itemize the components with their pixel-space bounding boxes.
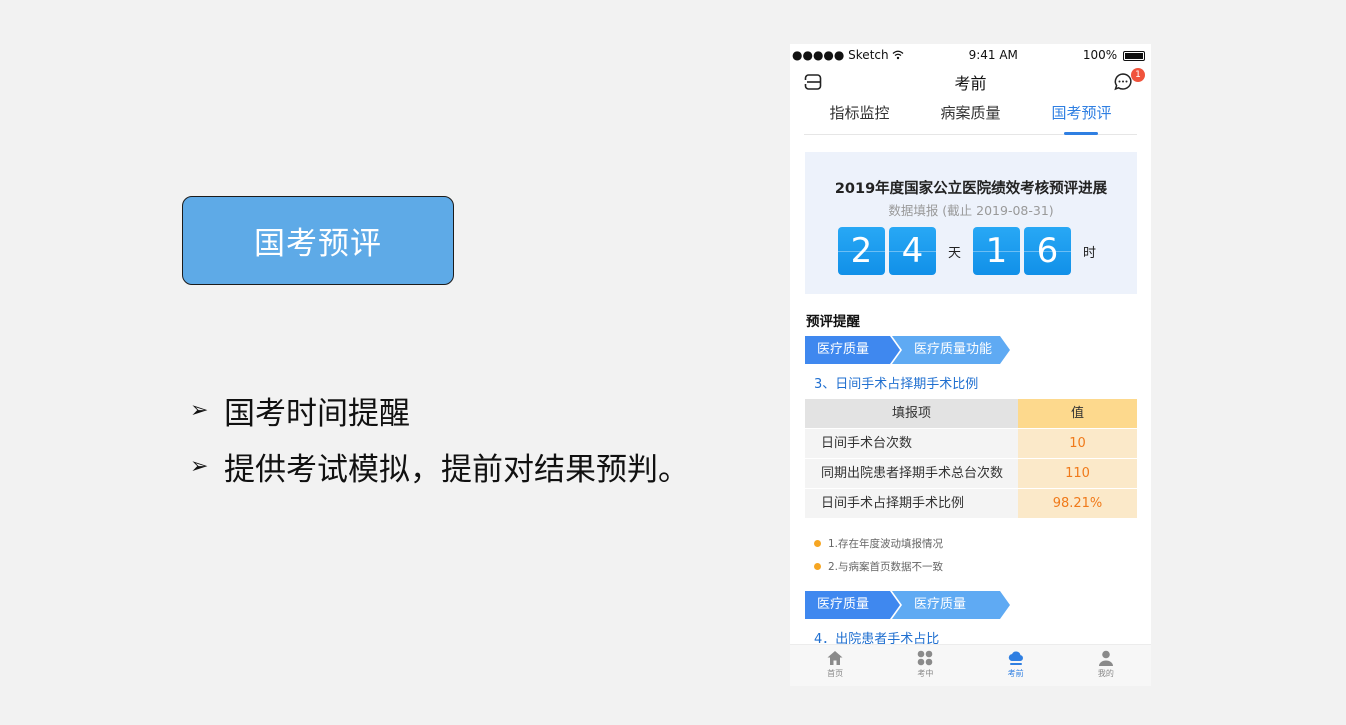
- cloud-icon: [1008, 651, 1023, 665]
- status-time: 9:41 AM: [968, 48, 1018, 62]
- tabbar-label: 首页: [827, 669, 844, 678]
- indicator-title[interactable]: 3、日间手术占择期手术比例: [814, 373, 978, 392]
- bullet-list: ➢ 国考时间提醒 ➢ 提供考试模拟，提前对结果预判。: [190, 382, 689, 494]
- feature-title-box: 国考预评: [182, 196, 454, 285]
- warning-notes: 1.存在年度波动填报情况 2.与病案首页数据不一致: [814, 532, 943, 578]
- tabbar-item-exam[interactable]: 考中: [895, 645, 955, 686]
- progress-title: 2019年度国家公立医院绩效考核预评进展: [834, 181, 1108, 197]
- tab-record-quality[interactable]: 病案质量: [940, 98, 1000, 135]
- tabbar-item-home[interactable]: 首页: [805, 645, 865, 686]
- countdown-digit: 2: [837, 227, 885, 275]
- breadcrumb-item[interactable]: 医疗质量功能: [892, 336, 1010, 364]
- battery-status: 100%: [1083, 48, 1145, 62]
- bullet-text: 提供考试模拟，提前对结果预判。: [224, 451, 689, 488]
- battery-percent: 100%: [1082, 48, 1118, 62]
- home-icon: [827, 651, 843, 665]
- menu-icon[interactable]: [804, 73, 822, 91]
- arrow-bullet-icon: ➢: [190, 397, 209, 423]
- table-row: 同期出院患者择期手术总台次数 110: [805, 459, 1137, 489]
- section-title: 预评提醒: [806, 314, 860, 330]
- status-bar: ●●●●● Sketch 9:41 AM 100%: [790, 44, 1151, 66]
- bullet-text: 国考时间提醒: [224, 395, 410, 432]
- countdown-digit: 4: [888, 227, 936, 275]
- progress-deadline: 数据填报 (截止 2019-08-31): [888, 203, 1054, 218]
- note-item: 1.存在年度波动填报情况: [814, 532, 943, 555]
- table-cell: 同期出院患者择期手术总台次数: [805, 459, 1018, 488]
- countdown: 2 4 天 1 6 时: [805, 227, 1137, 275]
- bullet-item: ➢ 国考时间提醒: [190, 382, 689, 438]
- tab-indicator-monitor[interactable]: 指标监控: [829, 98, 889, 135]
- dot-icon: [814, 563, 821, 570]
- battery-icon: [1122, 50, 1145, 61]
- bullet-item: ➢ 提供考试模拟，提前对结果预判。: [190, 438, 689, 494]
- message-badge: 1: [1131, 68, 1145, 82]
- carrier-label: ●●●●● Sketch: [792, 48, 889, 62]
- breadcrumb-item[interactable]: 医疗质量: [892, 591, 1010, 619]
- tabbar-label: 考前: [1007, 669, 1024, 678]
- note-text: 1.存在年度波动填报情况: [828, 538, 944, 550]
- note-text: 2.与病案首页数据不一致: [828, 561, 944, 573]
- breadcrumb: 医疗质量功 医疗质量功能: [805, 336, 1010, 364]
- tabbar-item-mine[interactable]: 我的: [1076, 645, 1136, 686]
- table-cell: 日间手术占择期手术比例: [805, 489, 1018, 518]
- tab-bar: 指标监控 病案质量 国考预评: [804, 98, 1137, 135]
- table-header: 填报项 值: [805, 399, 1137, 429]
- tabbar-label: 我的: [1097, 669, 1114, 678]
- progress-card: 2019年度国家公立医院绩效考核预评进展 数据填报 (截止 2019-08-31…: [805, 152, 1137, 294]
- countdown-digit: 6: [1024, 227, 1071, 275]
- table-cell: 110: [1018, 459, 1137, 488]
- breadcrumb-item[interactable]: 医疗质量: [805, 591, 900, 619]
- tabbar-label: 考中: [917, 669, 934, 678]
- table-cell: 98.21%: [1018, 489, 1137, 518]
- message-icon[interactable]: [1113, 72, 1133, 92]
- arrow-bullet-icon: ➢: [190, 453, 209, 479]
- column-header: 填报项: [805, 399, 1018, 428]
- table-row: 日间手术台次数 10: [805, 429, 1137, 459]
- table-row: 日间手术占择期手术比例 98.21%: [805, 489, 1137, 519]
- page-title: 考前: [954, 74, 987, 93]
- breadcrumb-item[interactable]: 医疗质量功: [805, 336, 900, 364]
- days-unit: 天: [947, 246, 961, 261]
- breadcrumb: 医疗质量 医疗质量: [805, 591, 1010, 619]
- table-cell: 10: [1018, 429, 1137, 458]
- tabbar-item-pre-exam[interactable]: 考前: [986, 645, 1046, 686]
- bottom-tab-bar: 首页 考中 考前 我的: [790, 644, 1151, 686]
- carrier-signal: ●●●●● Sketch: [792, 48, 904, 62]
- hours-unit: 时: [1083, 246, 1097, 261]
- user-icon: [1098, 650, 1113, 666]
- wifi-icon: [892, 50, 904, 60]
- dot-icon: [814, 540, 821, 547]
- nav-bar: 考前 1: [790, 66, 1151, 98]
- countdown-digit: 1: [973, 227, 1020, 275]
- grid-icon: [918, 650, 933, 666]
- indicator-table: 填报项 值 日间手术台次数 10 同期出院患者择期手术总台次数 110 日间手术…: [805, 399, 1137, 519]
- column-header: 值: [1018, 399, 1137, 428]
- feature-title: 国考预评: [254, 226, 382, 262]
- note-item: 2.与病案首页数据不一致: [814, 555, 943, 578]
- table-cell: 日间手术台次数: [805, 429, 1018, 458]
- tab-national-preeval[interactable]: 国考预评: [1051, 98, 1111, 135]
- phone-screen: ●●●●● Sketch 9:41 AM 100% 考前 1 指标监控 病案质量…: [790, 44, 1151, 686]
